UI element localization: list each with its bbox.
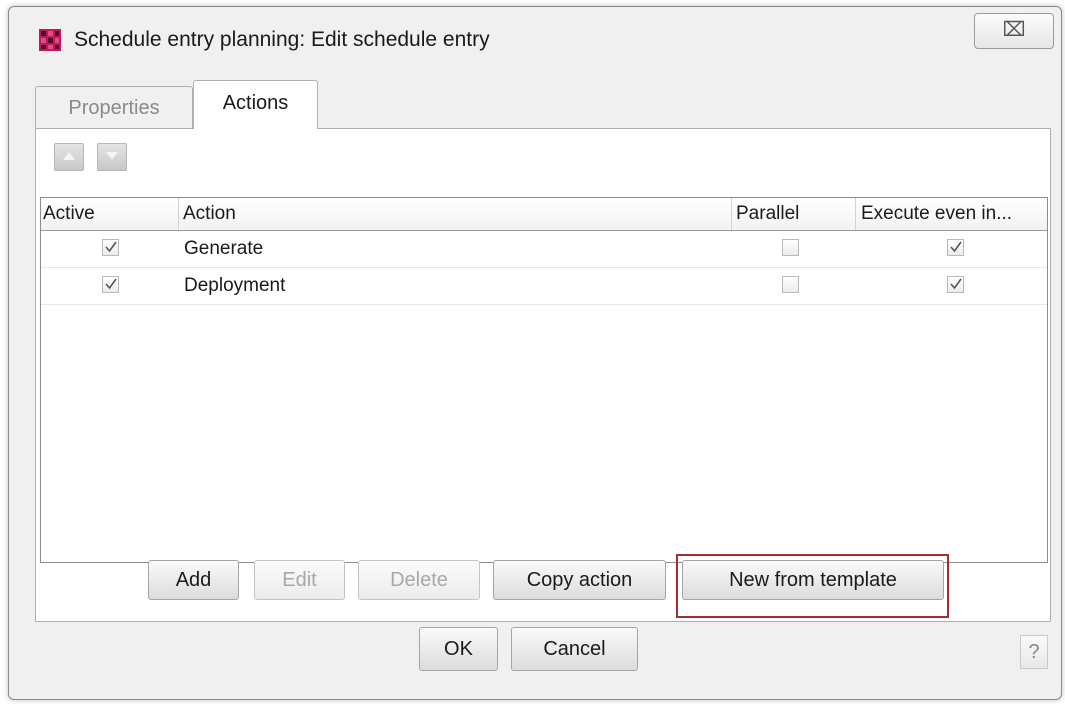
column-header-active[interactable]: Active: [41, 198, 179, 230]
ok-button[interactable]: OK: [419, 627, 498, 671]
column-header-action[interactable]: Action: [179, 198, 732, 230]
checkmark-icon: [950, 278, 962, 290]
window-title: Schedule entry planning: Edit schedule e…: [74, 28, 490, 51]
checkmark-icon: [105, 241, 117, 253]
tab-properties-label: Properties: [68, 97, 160, 119]
execute-even-checkbox[interactable]: [947, 276, 964, 293]
delete-button[interactable]: Delete: [358, 560, 480, 600]
arrow-down-icon: [106, 152, 118, 160]
parallel-checkbox[interactable]: [782, 276, 799, 293]
help-icon: ?: [1028, 641, 1040, 663]
actions-table: Active Action Parallel Execute even in..…: [40, 197, 1048, 563]
copy-action-button[interactable]: Copy action: [493, 560, 666, 600]
actions-panel: Active Action Parallel Execute even in..…: [35, 128, 1051, 622]
table-row[interactable]: Generate: [41, 231, 1047, 268]
tab-properties[interactable]: Properties: [35, 86, 193, 128]
table-header: Active Action Parallel Execute even in..…: [41, 198, 1047, 231]
new-from-template-button[interactable]: New from template: [682, 560, 944, 600]
execute-even-checkbox[interactable]: [947, 239, 964, 256]
table-row[interactable]: Deployment: [41, 268, 1047, 305]
action-name: Deployment: [184, 275, 286, 296]
action-name: Generate: [184, 238, 264, 259]
active-checkbox[interactable]: [102, 239, 119, 256]
column-header-execute-even[interactable]: Execute even in...: [856, 198, 1049, 230]
edit-button[interactable]: Edit: [254, 560, 345, 600]
arrow-up-icon: [63, 152, 75, 160]
title-bar: Schedule entry planning: Edit schedule e…: [9, 7, 1061, 69]
checkmark-icon: [950, 241, 962, 253]
cancel-button[interactable]: Cancel: [511, 627, 638, 671]
column-header-parallel[interactable]: Parallel: [732, 198, 856, 230]
dialog-window: Schedule entry planning: Edit schedule e…: [8, 6, 1062, 700]
help-button[interactable]: ?: [1020, 635, 1048, 669]
add-button[interactable]: Add: [148, 560, 239, 600]
checkmark-icon: [105, 278, 117, 290]
close-button[interactable]: ⌧: [974, 13, 1054, 49]
close-icon: ⌧: [1002, 19, 1026, 41]
parallel-checkbox[interactable]: [782, 239, 799, 256]
tab-actions[interactable]: Actions: [193, 80, 318, 129]
tab-actions-label: Actions: [222, 92, 289, 114]
app-logo-icon: [39, 29, 61, 51]
move-up-button[interactable]: [54, 143, 84, 171]
active-checkbox[interactable]: [102, 276, 119, 293]
move-down-button[interactable]: [97, 143, 127, 171]
